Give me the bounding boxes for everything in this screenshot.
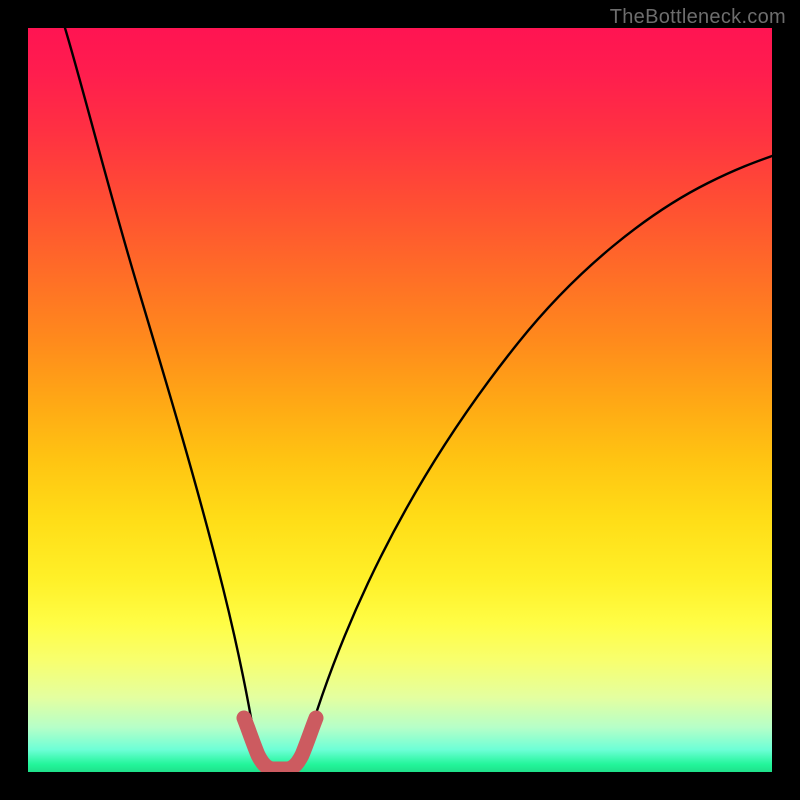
optimum-band (244, 718, 316, 769)
chart-outer-frame: TheBottleneck.com (0, 0, 800, 800)
curve-layer (28, 28, 772, 772)
bottleneck-curve-right (300, 156, 772, 766)
watermark-text: TheBottleneck.com (610, 6, 786, 29)
bottleneck-curve-left (65, 28, 260, 766)
plot-area (28, 28, 772, 772)
